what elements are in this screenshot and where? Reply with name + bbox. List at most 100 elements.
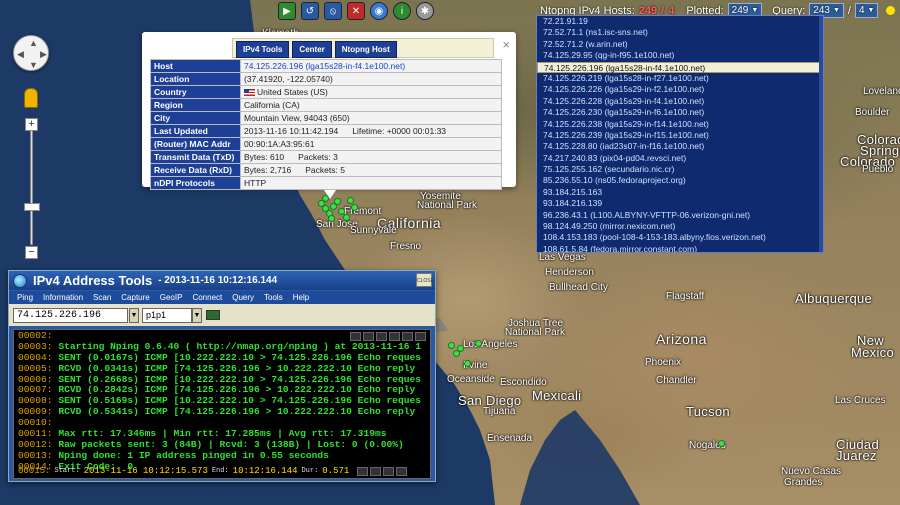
host-marker[interactable]	[448, 342, 455, 349]
host-list-dropdown[interactable]: 72.21.91.19 72.52.71.1 (ns1.isc-sns.net) 7…	[536, 15, 824, 253]
host-marker[interactable]	[464, 360, 471, 367]
host-list-item[interactable]: 93.184.216.139	[537, 198, 823, 209]
map-place-label: Tijuana	[483, 406, 516, 417]
host-list-item[interactable]: 72.52.71.2 (w.arin.net)	[537, 39, 823, 50]
zoom-slider[interactable]	[30, 130, 33, 245]
menu-item-connect[interactable]: Connect	[192, 293, 222, 302]
gear-icon[interactable]: ✱	[416, 2, 434, 20]
menu-item-help[interactable]: Help	[293, 293, 309, 302]
interface-select[interactable]: p1p1	[142, 308, 192, 323]
host-list-item[interactable]: 74.125.228.80 (iad23s07-in-f16.1e100.net…	[537, 141, 823, 152]
map-place-label: Oceanside	[447, 374, 495, 385]
stop-icon[interactable]: ⦸	[324, 2, 342, 20]
host-marker[interactable]	[343, 214, 350, 221]
host-list-item[interactable]: 74.125.226.228 (lga15s29-in-f4.1e100.net…	[537, 96, 823, 107]
query-separator: /	[847, 4, 851, 17]
tools-title: IPv4 Address Tools	[33, 273, 153, 288]
console-line-text: RCVD (0.5341s) ICMP [74.125.226.196 > 10…	[58, 406, 416, 418]
console-button[interactable]	[370, 466, 382, 476]
host-list-item[interactable]: 74.217.240.83 (pix04-pd04.revsci.net)	[537, 153, 823, 164]
host-list-scrollbar[interactable]	[819, 16, 823, 252]
menu-item-ping[interactable]: Ping	[17, 293, 33, 302]
pan-control[interactable]: ▲ ▼ ◀ ▶	[13, 35, 49, 71]
country-value: United States (US)	[257, 87, 328, 97]
host-detail-row: Last Updated 2013-11-16 10:11:42.194 Lifet…	[150, 124, 502, 138]
host-detail-value: 74.125.226.196 (lga15s28-in-f4.1e100.net…	[240, 59, 502, 73]
host-list-item[interactable]: 108.61.5.84 (fedora.mirror.constant.com)	[537, 244, 823, 252]
console-line: 00009: RCVD (0.5341s) ICMP [74.125.226.1…	[18, 406, 421, 418]
zoom-out-button[interactable]: −	[25, 246, 38, 259]
host-list-item[interactable]: 72.52.71.1 (ns1.isc-sns.net)	[537, 27, 823, 38]
host-list-item[interactable]: 96.236.43.1 (L100.ALBYNY-VFTTP-06.verizo…	[537, 210, 823, 221]
popup-tab-center[interactable]: Center	[292, 41, 332, 58]
map-place-label: Escondido	[500, 377, 547, 388]
globe-icon[interactable]: ◉	[370, 2, 388, 20]
host-list-item[interactable]: 74.125.226.239 (lga15s29-in-f15.1e100.ne…	[537, 130, 823, 141]
clear-icon[interactable]: ✕	[347, 2, 365, 20]
host-detail-value: Mountain View, 94043 (650)	[240, 111, 502, 125]
host-list-item[interactable]: 93.184.215.163	[537, 187, 823, 198]
close-icon[interactable]: ×	[502, 37, 510, 52]
query-total-select[interactable]: 4 ▼	[854, 3, 879, 18]
host-list-item[interactable]: 74.125.226.230 (lga15s29-in-f6.1e100.net…	[537, 107, 823, 118]
host-dns-name[interactable]: (lga15s28-in-f4.1e100.net)	[303, 61, 405, 71]
host-detail-row: (Router) MAC Addr 00:90:1A:A3:95:61	[150, 137, 502, 151]
globe-icon	[13, 273, 27, 288]
menu-item-capture[interactable]: Capture	[121, 293, 149, 302]
popup-tab-ipv4-tools[interactable]: IPv4 Tools	[236, 41, 290, 58]
host-list-item[interactable]: 72.21.91.19	[537, 16, 823, 27]
map-place-label: Juarez	[836, 448, 877, 463]
console-line-text: Nping done: 1 IP address pinged in 0.55 …	[58, 449, 329, 461]
host-info-popup: × IPv4 Tools Center Ntopng Host Host 74.125…	[142, 32, 516, 199]
tools-title-bar[interactable]: IPv4 Address Tools - 2013-11-16 10:12:16…	[9, 271, 435, 290]
close-button[interactable]: CLOSE	[416, 273, 434, 287]
menu-item-information[interactable]: Information	[43, 293, 83, 302]
chevron-down-icon[interactable]: ▼	[129, 308, 139, 323]
console-button[interactable]	[383, 466, 395, 476]
menu-item-geoip[interactable]: GeoIP	[160, 293, 183, 302]
host-marker[interactable]	[457, 345, 464, 352]
host-ip-link[interactable]: 74.125.226.196	[244, 61, 303, 71]
host-marker[interactable]	[328, 215, 335, 222]
host-detail-key: (Router) MAC Addr	[150, 137, 241, 151]
console-line-text: Max rtt: 17.346ms | Min rtt: 17.285ms | …	[58, 428, 387, 440]
host-list-item[interactable]: 74.125.226.219 (lga15s28-in-f27.1e100.ne…	[537, 73, 823, 84]
host-list-item[interactable]: 74.125.29.95 (qg-in-f95.1e100.net)	[537, 50, 823, 61]
street-view-pegman-icon[interactable]	[24, 88, 38, 108]
host-list-item[interactable]: 74.125.226.196 (lga15s28-in-f4.1e100.net…	[537, 61, 823, 73]
duration-value: 0.571	[322, 466, 350, 476]
map-place-label: Pueblo	[862, 164, 894, 175]
host-detail-key: Receive Data (RxD)	[150, 163, 241, 177]
host-list-item[interactable]: 74.125.226.226 (lga15s29-in-f2.1e100.net…	[537, 84, 823, 95]
menu-item-tools[interactable]: Tools	[264, 293, 283, 302]
zoom-in-button[interactable]: +	[25, 118, 38, 131]
ip-address-input[interactable]: 74.125.226.196	[13, 308, 128, 323]
console-button[interactable]	[396, 466, 408, 476]
duration-label: Dur:	[301, 467, 319, 475]
zoom-slider-thumb[interactable]	[24, 203, 40, 211]
chevron-down-icon[interactable]: ▼	[192, 308, 202, 323]
host-list-item[interactable]: 108.4.153.183 (pool-108-4-153-183.albyny…	[537, 232, 823, 243]
console-output[interactable]: 00002: 00003: Starting Nping 0.6.40 ( ht…	[13, 329, 431, 479]
host-marker[interactable]	[347, 197, 354, 204]
host-marker[interactable]	[475, 340, 482, 347]
play-icon[interactable]: ▶	[278, 2, 296, 20]
host-list-item[interactable]: 85.236.55.10 (ns05.fedoraproject.org)	[537, 175, 823, 186]
host-detail-key: Transmit Data (TxD)	[150, 150, 241, 164]
map-place-label: Arizona	[656, 331, 707, 347]
host-list-item[interactable]: 75.125.255.162 (secundario.nic.cr)	[537, 164, 823, 175]
detail-secondary: Packets: 5	[305, 165, 345, 175]
info-icon[interactable]: i	[393, 2, 411, 20]
console-button[interactable]	[357, 466, 369, 476]
popup-tab-ntopng-host[interactable]: Ntopng Host	[334, 41, 397, 58]
host-marker[interactable]	[351, 204, 358, 211]
host-marker[interactable]	[718, 440, 725, 447]
host-list-item[interactable]: 74.125.226.238 (lga15s29-in-f14.1e100.ne…	[537, 119, 823, 130]
map-place-label: Boulder	[855, 107, 890, 118]
host-marker[interactable]	[334, 198, 341, 205]
host-list-item[interactable]: 98.124.49.250 (mirror.nexicom.net)	[537, 221, 823, 232]
menu-item-scan[interactable]: Scan	[93, 293, 111, 302]
host-detail-key: nDPI Protocols	[150, 176, 241, 190]
menu-item-query[interactable]: Query	[232, 293, 254, 302]
history-icon[interactable]: ↺	[301, 2, 319, 20]
